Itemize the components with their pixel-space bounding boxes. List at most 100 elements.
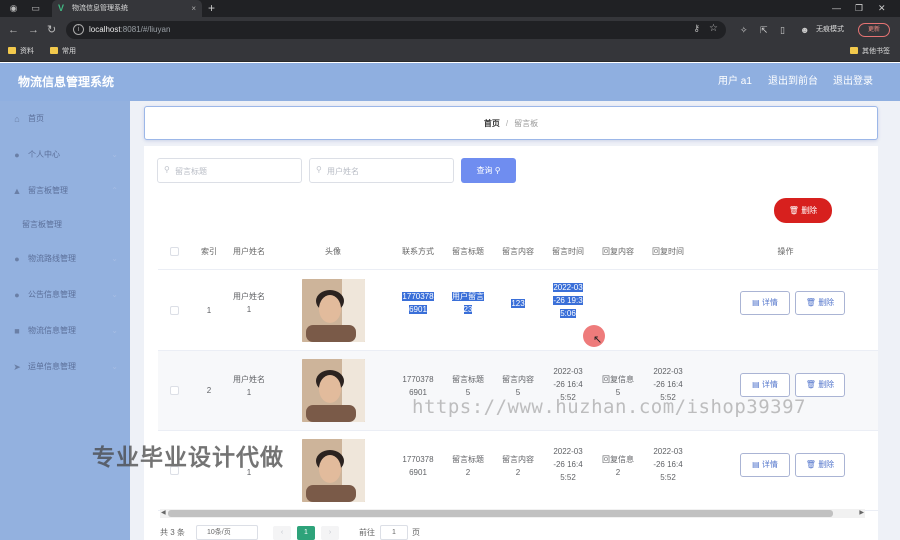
restore-icon[interactable]: ❐ — [855, 2, 863, 14]
pagination: 共 3 条 10条/页 ‹ 1 › 前往 1 页 — [160, 525, 460, 540]
cell-time: 2022-03 -26 19:3 5:06 — [553, 283, 583, 318]
key-icon[interactable]: ⚷ — [693, 23, 700, 34]
avatar — [302, 439, 365, 502]
title-search-input[interactable] — [175, 163, 295, 179]
trash-icon: 🗑 — [805, 298, 816, 307]
detail-button[interactable]: ▤ 详情 — [740, 453, 790, 477]
sidebar-item-label: 运单信息管理 — [28, 362, 76, 371]
bookmark-folder[interactable]: 常用 — [50, 46, 76, 58]
window-close-icon[interactable]: ✕ — [878, 2, 886, 14]
user-icon: ● — [14, 290, 20, 300]
mouse-cursor-icon: ↖ — [593, 334, 603, 346]
back-icon[interactable]: ← — [8, 23, 19, 37]
main-content: 首页 / 留言板 ⚲ ⚲ 查询 ⚲ 🗑 删除 索引 用户姓名 头像 联系方式 留言标… — [130, 101, 900, 540]
tab-list-icon[interactable]: ▭ — [30, 3, 41, 14]
detail-button[interactable]: ▤ 详情 — [740, 373, 790, 397]
back-to-front-link[interactable]: 退出到前台 — [768, 75, 818, 89]
select-all-checkbox[interactable] — [170, 247, 179, 256]
bookmark-star-icon[interactable]: ☆ — [709, 23, 718, 34]
page-size-select[interactable]: 10条/页 — [196, 525, 258, 540]
content-panel: ⚲ ⚲ 查询 ⚲ 🗑 删除 索引 用户姓名 头像 联系方式 留言标题 留言内容 … — [144, 146, 878, 540]
send-icon: ➤ — [13, 362, 21, 372]
row-delete-button[interactable]: 🗑 删除 — [795, 453, 845, 477]
goto-page-input[interactable]: 1 — [380, 525, 408, 540]
extension-icon[interactable]: ✧ — [740, 23, 748, 37]
logout-link[interactable]: 退出登录 — [833, 75, 873, 89]
user-label: 用户 a1 — [718, 76, 752, 87]
search-icon: ⚲ — [316, 165, 322, 174]
header-avatar: 头像 — [325, 247, 341, 256]
header-title: 留言标题 — [452, 247, 484, 256]
current-page-button[interactable]: 1 — [297, 526, 315, 540]
row-delete-button[interactable]: 🗑 删除 — [795, 373, 845, 397]
sidebar-subitem-message-board[interactable]: 留言板管理 — [0, 207, 130, 243]
sidebar-item-routes[interactable]: ● 物流路线管理 ⌄ — [0, 241, 130, 277]
header-actions: 操作 — [777, 247, 794, 256]
breadcrumb-separator: / — [505, 119, 509, 128]
header-content: 留言内容 — [502, 247, 534, 256]
header-reply-time: 回复时间 — [652, 247, 684, 256]
browser-address-bar: ← → ↻ i localhost:8081/#/liuyan ⚷ ☆ ✧ ⇱ … — [0, 17, 900, 43]
row-checkbox[interactable] — [170, 306, 179, 315]
chevron-up-icon: ⌃ — [111, 186, 118, 195]
user-icon: ● — [14, 254, 20, 264]
sidebar-item-logistics[interactable]: ■ 物流信息管理 ⌄ — [0, 313, 130, 349]
username-search-field[interactable]: ⚲ — [309, 158, 454, 183]
minimize-icon[interactable]: — — [832, 2, 841, 14]
sidebar-item-home[interactable]: ⌂ 首页 — [0, 101, 130, 137]
sidebar-item-label: 首页 — [28, 114, 44, 123]
delete-label: 删除 — [818, 380, 835, 389]
scroll-right-icon[interactable]: ▶ — [859, 509, 864, 518]
query-button[interactable]: 查询 ⚲ — [461, 158, 516, 183]
trash-icon: 🗑 — [805, 380, 816, 389]
forward-icon[interactable]: → — [28, 23, 39, 37]
site-info-icon[interactable]: i — [73, 24, 84, 35]
detail-button[interactable]: ▤ 详情 — [740, 291, 790, 315]
browser-menu-icon[interactable]: ◉ — [8, 3, 19, 14]
scroll-left-icon[interactable]: ◀ — [161, 509, 166, 518]
table-horizontal-scrollbar[interactable]: ◀ ▶ — [160, 509, 865, 518]
incognito-icon[interactable]: ☻ — [800, 23, 809, 37]
tab-close-icon[interactable]: × — [191, 3, 196, 14]
row-checkbox[interactable] — [170, 386, 179, 395]
sidebar-item-notices[interactable]: ● 公告信息管理 ⌄ — [0, 277, 130, 313]
browser-tab[interactable]: V 物流信息管理系统 × — [52, 0, 202, 17]
next-page-icon[interactable]: › — [321, 526, 339, 540]
breadcrumb-current: 留言板 — [514, 119, 539, 128]
folder-icon — [50, 47, 58, 54]
sidebar-item-message-board[interactable]: ▲ 留言板管理 ⌃ — [0, 173, 130, 209]
folder-icon — [850, 47, 858, 54]
new-tab-button[interactable]: + — [208, 1, 215, 15]
bookmark-folder[interactable]: 资料 — [8, 46, 34, 58]
app-header: 物流信息管理系统 用户 a1 退出到前台 退出登录 — [0, 63, 900, 101]
url-field[interactable]: i localhost:8081/#/liuyan ⚷ ☆ — [66, 21, 726, 39]
vue-logo-icon: V — [58, 3, 65, 13]
row-delete-button[interactable]: 🗑 删除 — [795, 291, 845, 315]
query-button-label: 查询 — [476, 166, 493, 175]
breadcrumb-home[interactable]: 首页 — [484, 119, 500, 128]
sidebar-item-waybills[interactable]: ➤ 运单信息管理 ⌄ — [0, 349, 130, 385]
other-bookmarks[interactable]: 其他书签 — [850, 46, 890, 58]
watermark-text: 专业毕业设计代做 — [92, 444, 284, 470]
reload-icon[interactable]: ↻ — [47, 23, 56, 37]
url-text: localhost:8081/#/liuyan — [89, 25, 171, 34]
avatar-photo-icon — [302, 439, 365, 502]
cell-index: 1 — [206, 306, 212, 315]
update-button[interactable]: 更新 — [858, 23, 890, 37]
document-icon: ▤ — [752, 460, 760, 469]
bookmarks-bar: 资料 常用 其他书签 — [0, 43, 900, 62]
cell-phone: 1770378 6901 — [402, 455, 434, 477]
header-index: 索引 — [201, 247, 217, 256]
cell-title: 留言标题 2 — [452, 455, 484, 477]
cell-index: 2 — [206, 386, 212, 395]
tab-title: 物流信息管理系统 — [72, 5, 128, 12]
title-search-field[interactable]: ⚲ — [157, 158, 302, 183]
batch-delete-button[interactable]: 🗑 删除 — [774, 198, 832, 223]
cast-icon[interactable]: ⇱ — [760, 23, 768, 37]
scrollbar-thumb[interactable] — [168, 510, 833, 517]
sidebar-item-profile[interactable]: ● 个人中心 ⌄ — [0, 137, 130, 173]
sidepanel-icon[interactable]: ▯ — [780, 23, 785, 37]
prev-page-icon[interactable]: ‹ — [273, 526, 291, 540]
chevron-down-icon: ⌄ — [111, 290, 118, 299]
username-search-input[interactable] — [327, 163, 447, 179]
